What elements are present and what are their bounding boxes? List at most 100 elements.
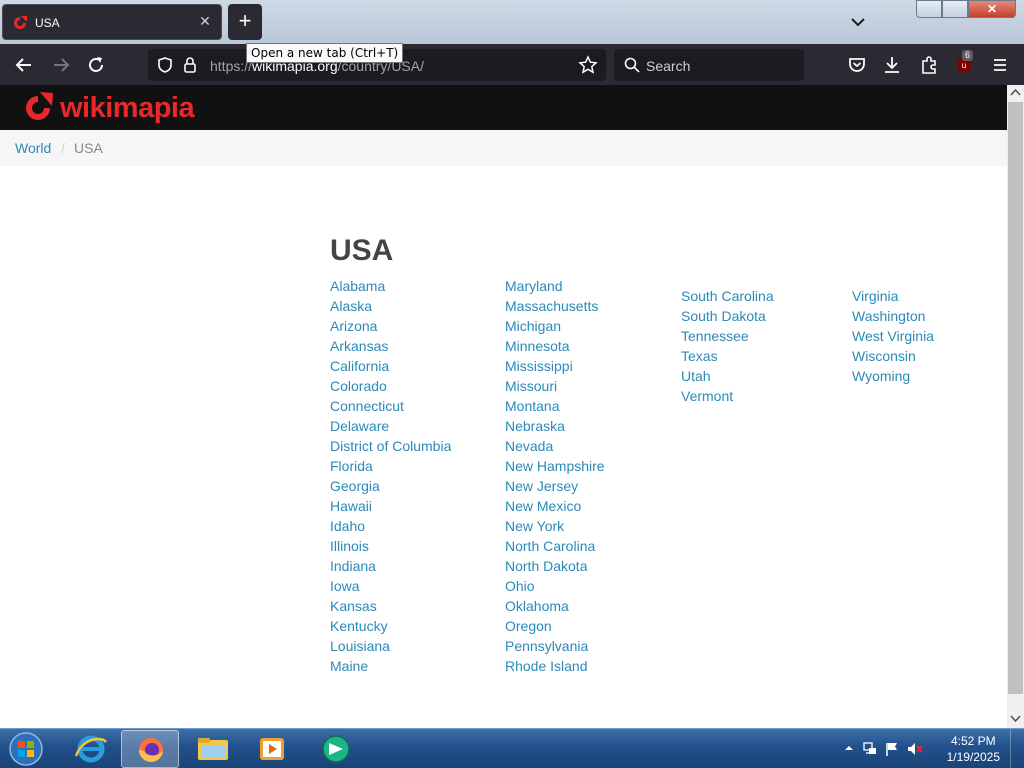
state-link[interactable]: California [330, 356, 451, 376]
state-link[interactable]: Rhode Island [505, 656, 605, 676]
state-link[interactable]: New Mexico [505, 496, 605, 516]
breadcrumb-world-link[interactable]: World [15, 140, 51, 156]
vertical-scrollbar[interactable] [1007, 85, 1024, 728]
state-link[interactable]: Connecticut [330, 396, 451, 416]
state-link[interactable]: Michigan [505, 316, 605, 336]
network-icon[interactable] [862, 741, 878, 757]
back-arrow-icon[interactable] [12, 53, 36, 77]
state-link[interactable]: Indiana [330, 556, 451, 576]
state-link[interactable]: District of Columbia [330, 436, 451, 456]
state-link[interactable]: Ohio [505, 576, 605, 596]
scroll-down-arrow-icon[interactable] [1010, 713, 1021, 723]
state-link[interactable]: Georgia [330, 476, 451, 496]
new-tab-button[interactable]: + [228, 4, 262, 40]
state-link[interactable]: Vermont [681, 386, 774, 406]
state-link[interactable]: Alabama [330, 276, 451, 296]
scroll-up-arrow-icon[interactable] [1010, 88, 1021, 98]
state-link[interactable]: Alaska [330, 296, 451, 316]
state-link[interactable]: North Carolina [505, 536, 605, 556]
pocket-icon[interactable] [845, 53, 869, 77]
extensions-puzzle-icon[interactable] [917, 53, 941, 77]
state-link[interactable]: Iowa [330, 576, 451, 596]
reload-icon[interactable] [84, 53, 108, 77]
state-link[interactable]: Louisiana [330, 636, 451, 656]
state-link[interactable]: Colorado [330, 376, 451, 396]
state-link[interactable]: Wyoming [852, 366, 934, 386]
site-logo[interactable]: wikimapia [20, 89, 195, 127]
state-link[interactable]: Massachusetts [505, 296, 605, 316]
state-link[interactable]: Hawaii [330, 496, 451, 516]
forward-arrow-icon[interactable] [49, 53, 73, 77]
state-link[interactable]: Missouri [505, 376, 605, 396]
state-link[interactable]: Kentucky [330, 616, 451, 636]
taskbar-firefox[interactable] [121, 730, 179, 768]
show-desktop-button[interactable] [1010, 729, 1024, 768]
state-link[interactable]: Mississippi [505, 356, 605, 376]
taskbar-app[interactable] [307, 730, 365, 768]
state-link[interactable]: Maryland [505, 276, 605, 296]
list-all-tabs-chevron-down-icon[interactable] [846, 10, 870, 34]
search-icon [624, 57, 640, 73]
system-clock[interactable]: 4:52 PM 1/19/2025 [947, 733, 1000, 765]
scrollbar-thumb[interactable] [1008, 102, 1023, 694]
state-link[interactable]: Arizona [330, 316, 451, 336]
tab-strip: USA ✕ + ✕ [0, 0, 1024, 44]
states-column-4: Virginia Washington West Virginia Wisconsin… [852, 286, 934, 386]
new-tab-tooltip: Open a new tab (Ctrl+T) [246, 43, 404, 63]
taskbar-internet-explorer[interactable] [62, 730, 120, 768]
breadcrumb: World / USA [0, 130, 1007, 166]
state-link[interactable]: North Dakota [505, 556, 605, 576]
shield-icon[interactable] [156, 56, 174, 74]
state-link[interactable]: Minnesota [505, 336, 605, 356]
state-link[interactable]: Montana [505, 396, 605, 416]
svg-text:u: u [961, 61, 966, 70]
state-link[interactable]: Washington [852, 306, 934, 326]
close-window-button[interactable]: ✕ [968, 0, 1016, 18]
action-center-flag-icon[interactable] [884, 741, 900, 757]
state-link[interactable]: Arkansas [330, 336, 451, 356]
clock-time: 4:52 PM [950, 734, 996, 748]
bookmark-star-icon[interactable] [578, 55, 598, 75]
search-box[interactable]: Search [614, 49, 804, 81]
maximize-button[interactable] [942, 0, 968, 18]
state-link[interactable]: South Dakota [681, 306, 774, 326]
minimize-button[interactable] [916, 0, 942, 18]
show-hidden-icons-chevron-up-icon[interactable] [844, 743, 854, 753]
taskbar-media-player[interactable] [243, 730, 301, 768]
state-link[interactable]: Utah [681, 366, 774, 386]
state-link[interactable]: Florida [330, 456, 451, 476]
state-link[interactable]: New Jersey [505, 476, 605, 496]
state-link[interactable]: New York [505, 516, 605, 536]
state-link[interactable]: Maine [330, 656, 451, 676]
logo-text: wikimapia [60, 91, 195, 124]
state-link[interactable]: Virginia [852, 286, 934, 306]
downloads-icon[interactable] [880, 53, 904, 77]
windows-start-icon[interactable] [6, 731, 46, 767]
state-link[interactable]: Illinois [330, 536, 451, 556]
state-link[interactable]: Idaho [330, 516, 451, 536]
app-icon [322, 735, 350, 763]
state-link[interactable]: Kansas [330, 596, 451, 616]
state-link[interactable]: Wisconsin [852, 346, 934, 366]
state-link[interactable]: Texas [681, 346, 774, 366]
state-link[interactable]: Oklahoma [505, 596, 605, 616]
state-link[interactable]: Pennsylvania [505, 636, 605, 656]
menu-hamburger-icon[interactable] [988, 53, 1012, 77]
state-link[interactable]: Nebraska [505, 416, 605, 436]
state-link[interactable]: Tennessee [681, 326, 774, 346]
wikimapia-favicon-icon [14, 16, 27, 29]
lock-icon[interactable] [182, 56, 198, 74]
state-link[interactable]: Delaware [330, 416, 451, 436]
tab-close-icon[interactable]: ✕ [197, 13, 213, 31]
state-link[interactable]: South Carolina [681, 286, 774, 306]
state-link[interactable]: West Virginia [852, 326, 934, 346]
volume-muted-icon[interactable] [906, 741, 924, 757]
breadcrumb-separator: / [61, 140, 65, 156]
state-link[interactable]: Oregon [505, 616, 605, 636]
state-link[interactable]: New Hampshire [505, 456, 605, 476]
tab-usa[interactable]: USA ✕ [2, 4, 222, 40]
taskbar-file-explorer[interactable] [184, 730, 242, 768]
clock-date: 1/19/2025 [946, 750, 1000, 764]
state-link[interactable]: Nevada [505, 436, 605, 456]
states-column-1: Alabama Alaska Arizona Arkansas California Co… [330, 276, 451, 676]
